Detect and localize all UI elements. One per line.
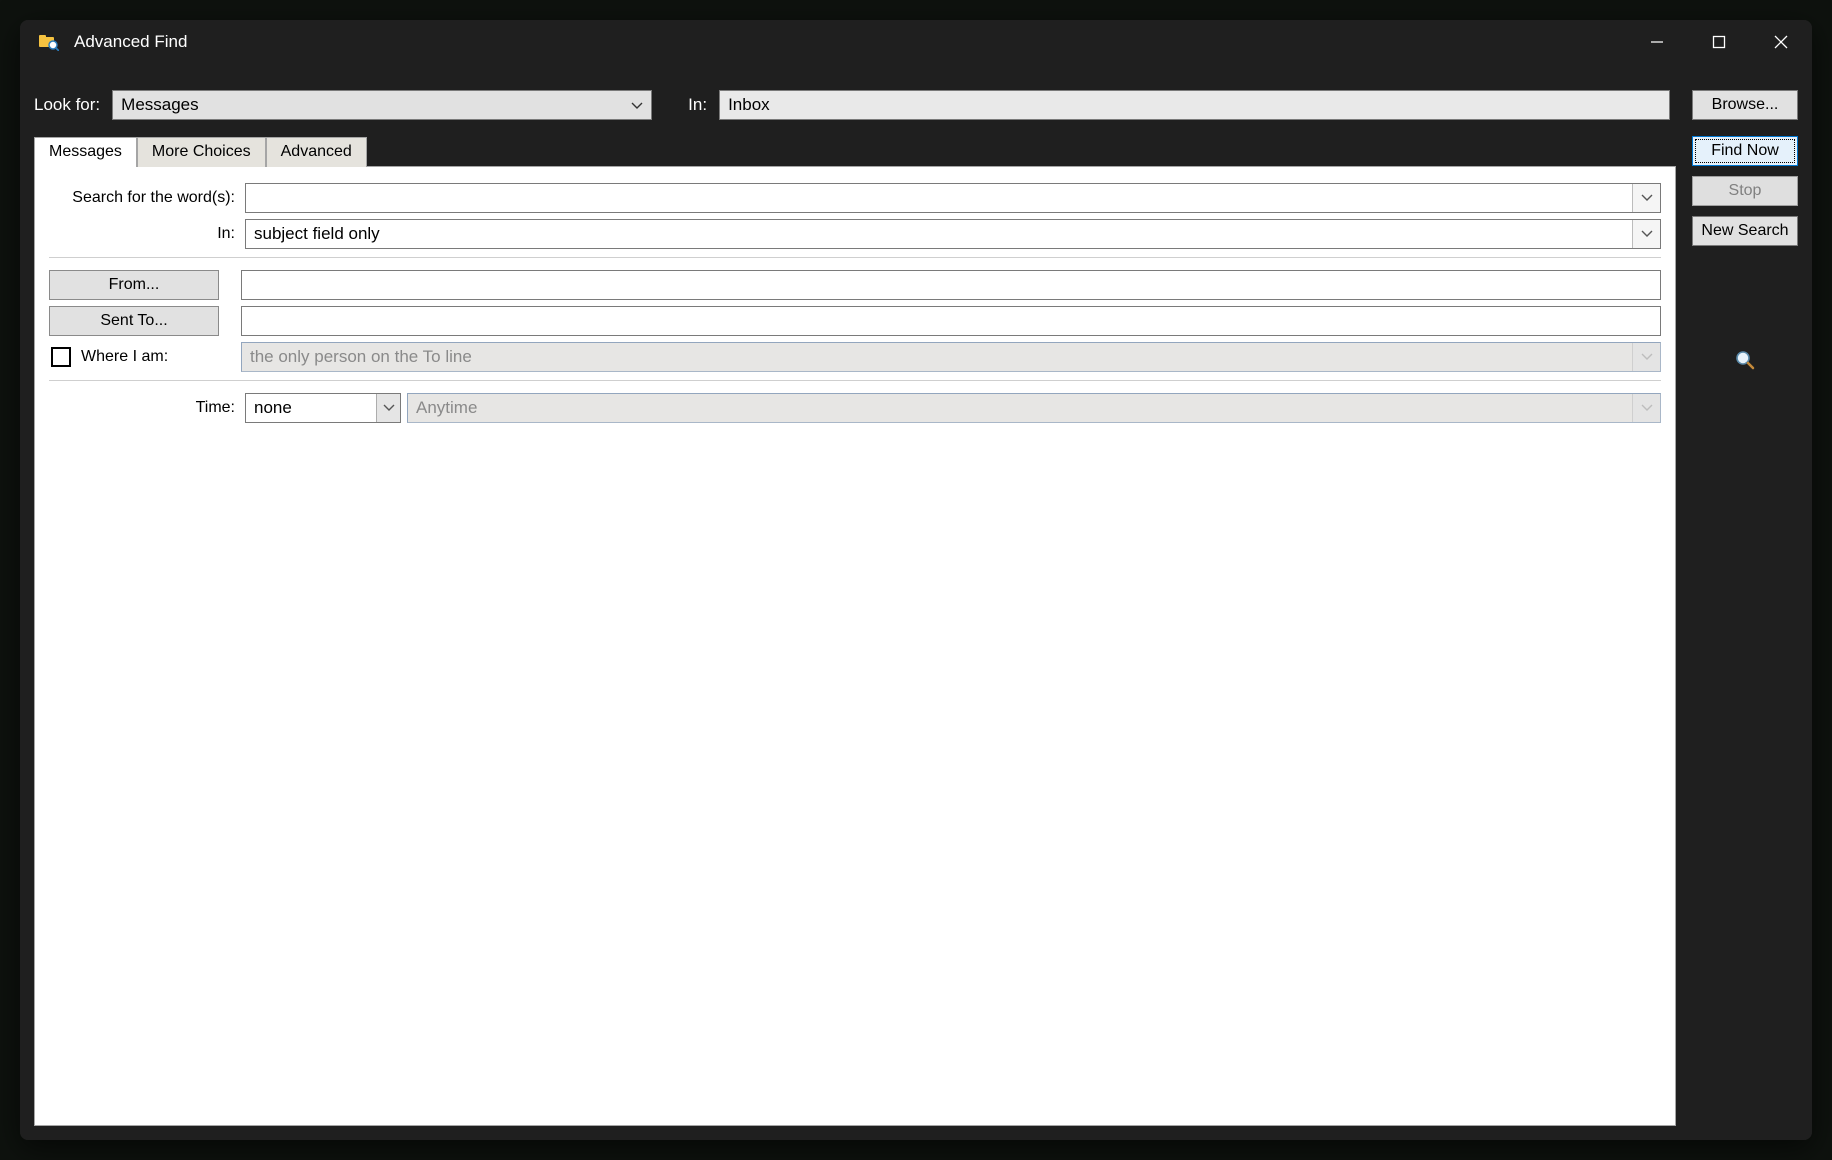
tab-messages[interactable]: Messages bbox=[34, 137, 137, 167]
minimize-button[interactable] bbox=[1626, 20, 1688, 64]
search-words-label: Search for the word(s): bbox=[49, 189, 239, 207]
chevron-down-icon[interactable] bbox=[1632, 184, 1660, 212]
titlebar: Advanced Find bbox=[20, 20, 1812, 64]
look-for-value: Messages bbox=[121, 95, 198, 115]
in-folder-label: In: bbox=[688, 95, 707, 115]
from-input[interactable] bbox=[241, 270, 1661, 300]
tab-advanced[interactable]: Advanced bbox=[266, 137, 367, 167]
find-now-button[interactable]: Find Now bbox=[1692, 136, 1798, 166]
search-in-label: In: bbox=[49, 225, 239, 243]
time-label: Time: bbox=[49, 399, 239, 417]
from-button[interactable]: From... bbox=[49, 270, 219, 300]
messages-panel: Search for the word(s): In: subject fiel… bbox=[34, 166, 1676, 1126]
browse-button[interactable]: Browse... bbox=[1692, 90, 1798, 120]
where-i-am-label: Where I am: bbox=[81, 348, 168, 366]
new-search-button[interactable]: New Search bbox=[1692, 216, 1798, 246]
look-for-select[interactable]: Messages bbox=[112, 90, 652, 120]
window-controls bbox=[1626, 20, 1812, 64]
window-title: Advanced Find bbox=[74, 32, 1626, 52]
in-folder-field[interactable]: Inbox bbox=[719, 90, 1670, 120]
in-folder-value: Inbox bbox=[728, 95, 770, 115]
time-range-select: Anytime bbox=[407, 393, 1661, 423]
where-i-am-select: the only person on the To line bbox=[241, 342, 1661, 372]
time-range-value: Anytime bbox=[416, 398, 477, 418]
main-column: Messages More Choices Advanced Search fo… bbox=[34, 136, 1676, 1126]
chevron-down-icon[interactable] bbox=[376, 394, 400, 422]
search-words-input[interactable] bbox=[245, 183, 1661, 213]
advanced-find-window: Advanced Find Look for: Messages In: Inb… bbox=[20, 20, 1812, 1140]
maximize-button[interactable] bbox=[1688, 20, 1750, 64]
look-for-label: Look for: bbox=[34, 95, 100, 115]
stop-button: Stop bbox=[1692, 176, 1798, 206]
time-type-value: none bbox=[254, 398, 292, 418]
side-buttons: Find Now Stop New Search bbox=[1692, 136, 1798, 1126]
tab-strip: Messages More Choices Advanced bbox=[34, 136, 1676, 166]
search-in-select[interactable]: subject field only bbox=[245, 219, 1661, 249]
tab-more-choices[interactable]: More Choices bbox=[137, 137, 266, 167]
divider bbox=[49, 257, 1661, 258]
body: Messages More Choices Advanced Search fo… bbox=[20, 136, 1812, 1140]
chevron-down-icon[interactable] bbox=[1632, 220, 1660, 248]
sent-to-button[interactable]: Sent To... bbox=[49, 306, 219, 336]
chevron-down-icon bbox=[631, 95, 643, 115]
folder-search-icon bbox=[38, 31, 60, 53]
chevron-down-icon bbox=[1632, 394, 1660, 422]
topbar: Look for: Messages In: Inbox Browse... bbox=[20, 64, 1812, 136]
where-i-am-value: the only person on the To line bbox=[250, 347, 472, 367]
divider bbox=[49, 380, 1661, 381]
magnifier-icon bbox=[1735, 350, 1755, 375]
where-i-am-checkbox[interactable] bbox=[51, 347, 71, 367]
sent-to-input[interactable] bbox=[241, 306, 1661, 336]
time-type-select[interactable]: none bbox=[245, 393, 401, 423]
search-in-value: subject field only bbox=[254, 224, 380, 244]
chevron-down-icon bbox=[1632, 343, 1660, 371]
close-button[interactable] bbox=[1750, 20, 1812, 64]
